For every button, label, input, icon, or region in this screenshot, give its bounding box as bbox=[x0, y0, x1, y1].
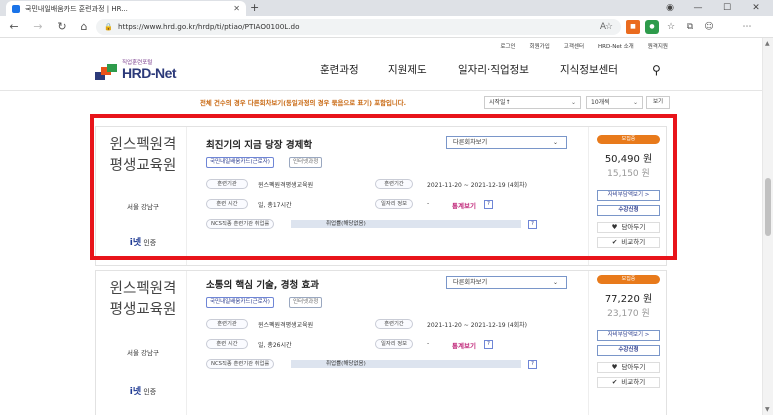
new-tab-icon[interactable]: + bbox=[250, 1, 259, 14]
course-title[interactable]: 소통의 핵심 기술, 경청 효과 bbox=[206, 277, 319, 291]
org-name[interactable]: 윈스펙원격 평생교육원 bbox=[102, 279, 184, 321]
status-badge: 모집중 bbox=[597, 275, 660, 284]
close-tab-icon[interactable]: ✕ bbox=[233, 4, 240, 13]
chevron-down-icon: ⌄ bbox=[632, 99, 638, 106]
help-icon[interactable]: ? bbox=[528, 360, 537, 369]
period-value: 2021-11-20 ~ 2021-12-19 (4회차) bbox=[427, 322, 528, 329]
favorites-icon[interactable]: ☆ bbox=[664, 20, 678, 34]
label-time: 훈련 시간 bbox=[206, 339, 248, 349]
scroll-thumb[interactable] bbox=[765, 178, 771, 236]
save-button[interactable]: ♥ 담아두기 bbox=[597, 362, 660, 373]
sub-price: 23,170 원 bbox=[607, 309, 650, 319]
login-link[interactable]: 로그인 bbox=[500, 42, 515, 50]
org-name-line2: 평생교육원 bbox=[109, 302, 177, 318]
customer-center-link[interactable]: 고객센터 bbox=[564, 42, 584, 50]
site-logo[interactable]: 직업훈련포털 HRD-Net bbox=[95, 58, 205, 88]
remote-support-link[interactable]: 원격지원 bbox=[648, 42, 668, 50]
certification-mark: i넷 인증 bbox=[102, 384, 184, 397]
highlight-box bbox=[90, 114, 677, 260]
other-round-select[interactable]: 다른회차보기 ⌄ bbox=[446, 276, 567, 289]
scroll-down-icon[interactable]: ▼ bbox=[765, 406, 770, 413]
extension-orange-icon[interactable]: ■ bbox=[626, 20, 640, 34]
label-period: 훈련기간 bbox=[375, 319, 413, 329]
reading-icon[interactable]: A bbox=[596, 20, 610, 34]
logo-mark-icon bbox=[95, 64, 117, 80]
lock-icon: 🔒 bbox=[104, 23, 113, 31]
heart-icon: ♥ bbox=[611, 363, 618, 371]
search-icon[interactable]: ⚲ bbox=[652, 63, 661, 77]
page-content: 로그인 회원가입 고객센터 HRD-Net 소개 원격지원 직업훈련포털 HRD… bbox=[0, 38, 762, 415]
stats-link[interactable]: 통계보기 bbox=[452, 340, 476, 350]
minimize-icon[interactable]: — bbox=[684, 0, 712, 16]
chevron-down-icon: ⌄ bbox=[570, 99, 576, 106]
extension-green-icon[interactable]: ● bbox=[645, 20, 659, 34]
home-icon[interactable]: ⌂ bbox=[76, 19, 92, 35]
favicon-icon bbox=[12, 4, 20, 13]
close-window-icon[interactable]: ✕ bbox=[742, 0, 770, 16]
nav-knowledge-center[interactable]: 지식정보센터 bbox=[560, 62, 618, 77]
price: 77,220 원 bbox=[604, 294, 653, 305]
nav-training-courses[interactable]: 훈련과정 bbox=[320, 62, 359, 77]
course-card: 윈스펙원격 평생교육원 서울 강남구 i넷 인증 소통의 핵심 기술, 경청 효… bbox=[95, 270, 667, 415]
org-name-line1: 윈스펙원격 bbox=[109, 281, 177, 297]
page-size-select[interactable]: 10개씩 ⌄ bbox=[586, 96, 643, 109]
back-icon[interactable]: ← bbox=[6, 19, 22, 35]
browser-toolbar: ← → ↻ ⌂ 🔒 https://www.hrd.go.kr/hrdp/ti/… bbox=[0, 16, 773, 38]
chevron-down-icon: ⌄ bbox=[552, 279, 558, 286]
url-text: https://www.hrd.go.kr/hrdp/ti/ptiao/PTIA… bbox=[118, 22, 300, 31]
view-button[interactable]: 보기 bbox=[646, 96, 670, 109]
browser-tab[interactable]: 국민내일배움카드 훈련과정 | HR... ✕ bbox=[6, 1, 246, 16]
logo-text: HRD-Net bbox=[122, 65, 177, 81]
page-scrollbar[interactable]: ▲ ▼ bbox=[762, 38, 773, 415]
sort-select[interactable]: 시작일↑ ⌄ bbox=[484, 96, 581, 109]
profile-icon[interactable]: ◉ bbox=[656, 0, 684, 16]
nav-support-system[interactable]: 지원제도 bbox=[388, 62, 427, 77]
tag-online: 인터넷과정 bbox=[289, 297, 323, 308]
nav-jobs-info[interactable]: 일자리·직업정보 bbox=[458, 62, 529, 77]
collections-icon[interactable]: ⧉ bbox=[683, 20, 697, 34]
org-location: 서울 강남구 bbox=[127, 349, 159, 357]
scroll-up-icon[interactable]: ▲ bbox=[765, 40, 770, 47]
forward-icon[interactable]: → bbox=[30, 19, 46, 35]
label-org: 훈련기관 bbox=[206, 319, 248, 329]
signup-link[interactable]: 회원가입 bbox=[530, 42, 550, 50]
profile-avatar-icon[interactable]: ☺ bbox=[702, 20, 716, 34]
page-size-value: 10개씩 bbox=[591, 99, 610, 106]
ncs-value: 취업률(해당없음) bbox=[291, 360, 521, 368]
tag-card-type: 국민내일배움카드(근로자) bbox=[206, 297, 274, 308]
address-bar[interactable]: 🔒 https://www.hrd.go.kr/hrdp/ti/ptiao/PT… bbox=[96, 19, 621, 35]
header-divider bbox=[0, 90, 762, 91]
job-value: - bbox=[427, 340, 430, 347]
apply-button[interactable]: 수강신청 bbox=[597, 345, 660, 356]
check-icon: ✔ bbox=[611, 378, 618, 386]
utility-nav: 로그인 회원가입 고객센터 HRD-Net 소개 원격지원 bbox=[500, 42, 668, 50]
label-job: 일자리 정보 bbox=[375, 339, 413, 349]
compare-button[interactable]: ✔ 비교하기 bbox=[597, 377, 660, 388]
label-ncs: NCS직종 훈련기관 취업률 bbox=[206, 359, 275, 369]
cert-label: 인증 bbox=[143, 388, 157, 396]
reload-icon[interactable]: ↻ bbox=[54, 19, 70, 35]
divider bbox=[186, 271, 187, 415]
other-round-value: 다른회차보기 bbox=[453, 279, 488, 286]
help-icon[interactable]: ? bbox=[484, 340, 493, 349]
about-link[interactable]: HRD-Net 소개 bbox=[598, 42, 634, 50]
result-notice: 전체 건수의 경우 다른회차보기(동일과정의 경우 묶음으로 표기) 포함입니다… bbox=[200, 99, 407, 107]
cert-logo-icon: i넷 bbox=[129, 387, 142, 397]
save-label: 담아두기 bbox=[621, 363, 646, 371]
time-value: 일, 총26시간 bbox=[258, 342, 292, 349]
self-pay-button[interactable]: 자비부담액보기 > bbox=[597, 330, 660, 341]
tab-title: 국민내일배움카드 훈련과정 | HR... bbox=[25, 4, 128, 13]
compare-label: 비교하기 bbox=[621, 378, 646, 386]
org-value: 윈스펙원격평생교육원 bbox=[258, 322, 314, 329]
sort-select-value: 시작일↑ bbox=[489, 99, 511, 106]
browser-tab-bar: 국민내일배움카드 훈련과정 | HR... ✕ + ◉ — ☐ ✕ bbox=[0, 0, 773, 16]
maximize-icon[interactable]: ☐ bbox=[713, 0, 741, 16]
more-menu-icon[interactable]: ⋯ bbox=[740, 20, 754, 34]
